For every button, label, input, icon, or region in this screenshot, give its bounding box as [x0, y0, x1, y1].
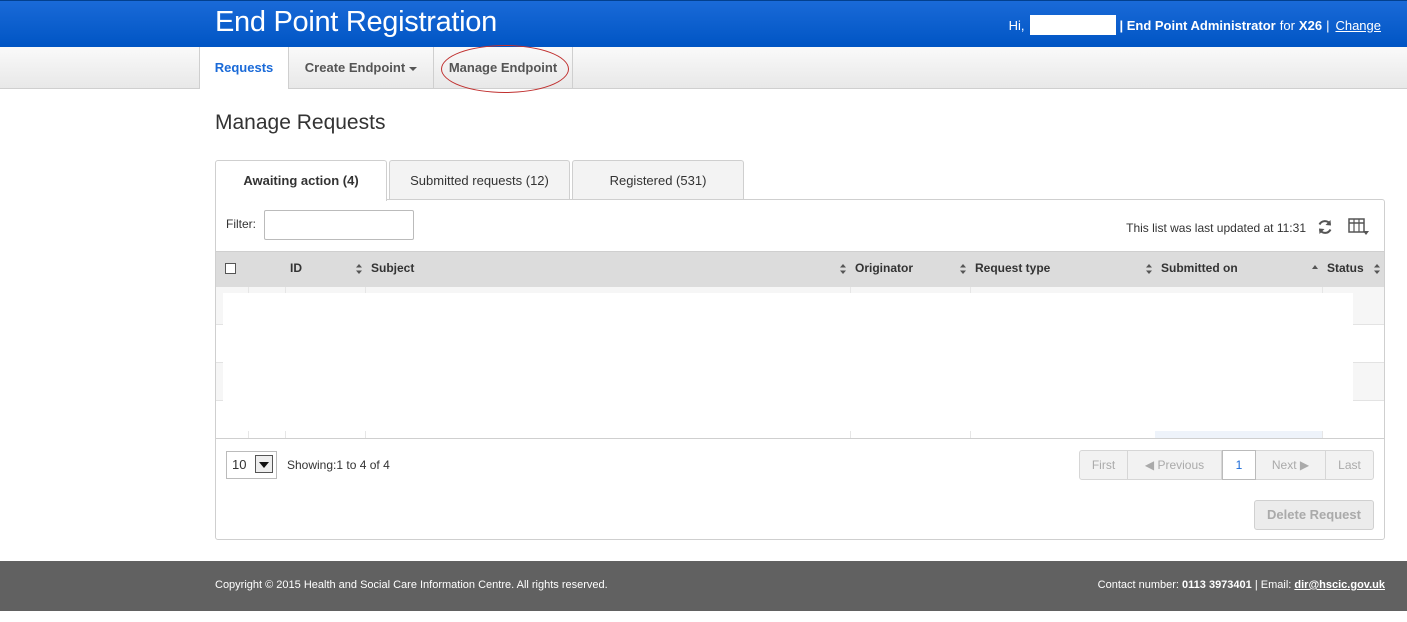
email-label: | Email: — [1254, 579, 1292, 591]
tab-submitted-requests-label: Submitted requests (12) — [410, 173, 549, 188]
nav-manage-endpoint[interactable]: Manage Endpoint — [434, 47, 573, 88]
first-page-button[interactable]: First — [1080, 451, 1128, 479]
contact-info: Contact number: 0113 3973401 | Email: di… — [1098, 579, 1385, 591]
phone-number: 0113 3973401 — [1182, 579, 1252, 591]
greeting: Hi, — [1008, 17, 1025, 33]
column-header-request-type[interactable]: Request type — [975, 252, 1050, 287]
contact-label: Contact number: — [1097, 579, 1179, 591]
tab-registered-label: Registered (531) — [609, 173, 707, 188]
column-header-subject[interactable]: Subject — [371, 252, 414, 287]
user-area: Hi, | End Point Administrator for X26 | … — [1009, 15, 1381, 35]
showing-count: Showing:1 to 4 of 4 — [287, 458, 390, 472]
pagination: First ◀ Previous 1 Next ▶ Last — [1079, 450, 1374, 480]
table-body — [216, 287, 1384, 439]
redacted-rows — [223, 293, 1353, 431]
tab-awaiting-action-label: Awaiting action (4) — [243, 173, 359, 188]
tab-submitted-requests[interactable]: Submitted requests (12) — [389, 160, 570, 199]
column-header-id[interactable]: ID — [290, 252, 302, 287]
nav-requests[interactable]: Requests — [199, 47, 289, 89]
app-header: End Point Registration Hi, | End Point A… — [0, 0, 1407, 47]
sort-icon[interactable] — [1145, 263, 1153, 275]
org-code: X26 — [1298, 17, 1323, 33]
dropdown-arrow-icon — [255, 455, 273, 473]
change-link[interactable]: Change — [1335, 18, 1381, 33]
separator: | — [1326, 17, 1330, 33]
table-header: ID Subject Originator Request type Submi… — [216, 251, 1384, 287]
nav-manage-endpoint-label: Manage Endpoint — [448, 60, 558, 75]
select-all-checkbox[interactable] — [225, 263, 236, 274]
app-title: End Point Registration — [215, 6, 497, 38]
table-footer: 10 Showing:1 to 4 of 4 First ◀ Previous … — [216, 438, 1384, 480]
nav-create-endpoint[interactable]: Create Endpoint — [289, 47, 434, 88]
column-chooser-icon[interactable] — [1348, 218, 1370, 236]
sort-icon[interactable] — [1373, 263, 1381, 275]
nav-requests-label: Requests — [214, 60, 274, 75]
tab-awaiting-action[interactable]: Awaiting action (4) — [215, 160, 387, 201]
page-size-select[interactable]: 10 — [226, 451, 277, 479]
filter-input[interactable] — [264, 210, 414, 240]
email-link[interactable]: dir@hscic.gov.uk — [1294, 579, 1385, 591]
delete-request-button[interactable]: Delete Request — [1254, 500, 1374, 530]
nav-create-endpoint-label: Create Endpoint — [304, 60, 406, 75]
column-header-submitted-on[interactable]: Submitted on — [1161, 252, 1238, 287]
sort-icon[interactable] — [355, 263, 363, 275]
tab-registered[interactable]: Registered (531) — [572, 160, 744, 199]
requests-panel: Filter: This list was last updated at 11… — [215, 199, 1385, 540]
page-title: Manage Requests — [215, 111, 386, 134]
last-page-button[interactable]: Last — [1326, 451, 1373, 479]
page-1-button[interactable]: 1 — [1222, 450, 1256, 480]
main-nav: Requests Create Endpoint Manage Endpoint — [0, 47, 1407, 89]
last-updated-text: This list was last updated at 11:31 — [1126, 221, 1306, 235]
page-size-value: 10 — [232, 457, 247, 472]
previous-page-button[interactable]: ◀ Previous — [1128, 451, 1222, 479]
copyright-text: Copyright © 2015 Health and Social Care … — [215, 579, 608, 591]
refresh-icon[interactable] — [1316, 218, 1334, 236]
page-footer: Copyright © 2015 Health and Social Care … — [0, 561, 1407, 611]
next-page-button[interactable]: Next ▶ — [1256, 451, 1326, 479]
sort-icon[interactable] — [959, 263, 967, 275]
user-role: | End Point Administrator — [1119, 17, 1276, 33]
caret-down-icon — [409, 66, 418, 71]
column-header-originator[interactable]: Originator — [855, 252, 913, 287]
for-label: for — [1279, 17, 1295, 33]
filter-label: Filter: — [226, 217, 256, 231]
redacted-username — [1030, 15, 1117, 35]
column-header-status[interactable]: Status — [1327, 252, 1364, 287]
sort-icon[interactable] — [839, 263, 847, 275]
sort-ascending-icon[interactable] — [1311, 263, 1319, 275]
